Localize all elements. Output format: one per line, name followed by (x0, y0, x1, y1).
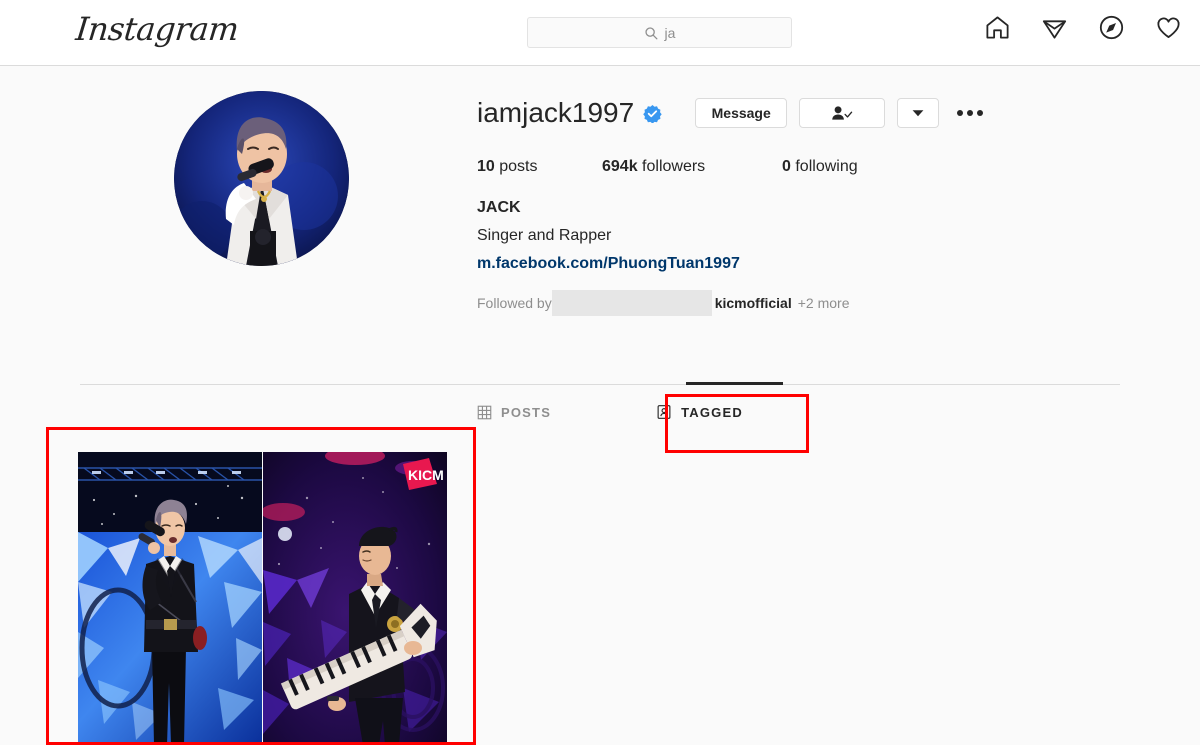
search-icon (644, 26, 658, 40)
direct-icon[interactable] (1041, 14, 1068, 41)
followed-by-row: Followed by kicmofficial +2 more (477, 290, 1177, 317)
avatar-image (174, 91, 349, 266)
posts-label: posts (499, 158, 538, 175)
svg-text:KICM: KICM (408, 467, 444, 483)
stat-following[interactable]: 0 following (782, 158, 858, 176)
profile-full-name: JACK (477, 199, 521, 216)
person-check-icon (832, 106, 853, 120)
profile-tabs: POSTS TAGGED (477, 404, 743, 420)
tagged-photo-1[interactable] (78, 452, 262, 745)
verified-badge-icon (643, 104, 662, 123)
nav-icon-group (984, 14, 1182, 41)
redacted-followers-block (551, 290, 712, 317)
instagram-logo[interactable]: Instagram (74, 10, 240, 48)
tagged-photo-2-image: KICM (263, 452, 447, 745)
tab-posts-label: POSTS (501, 404, 552, 420)
search-input[interactable]: ja (527, 17, 792, 48)
followed-by-username[interactable]: kicmofficial (715, 295, 792, 311)
tagged-person-icon (657, 405, 671, 419)
tagged-photo-1-image (78, 452, 262, 745)
search-query-text: ja (664, 24, 676, 41)
more-options-button[interactable] (955, 98, 985, 128)
tab-tagged[interactable]: TAGGED (656, 404, 743, 420)
profile-bio: JACK Singer and Rapper m.facebook.com/Ph… (477, 198, 1177, 274)
following-button[interactable] (799, 98, 886, 128)
grid-icon (477, 405, 492, 419)
explore-icon[interactable] (1098, 14, 1125, 41)
tab-tagged-label: TAGGED (681, 404, 743, 420)
profile-info: iamjack1997 Message 10 posts 694k follow… (477, 94, 1177, 317)
message-button[interactable]: Message (695, 98, 788, 128)
active-tab-indicator (686, 382, 783, 385)
options-dropdown-button[interactable] (897, 98, 940, 128)
following-count: 0 (782, 158, 791, 175)
more-options-icon (957, 110, 984, 116)
chevron-down-icon (912, 110, 924, 117)
posts-count: 10 (477, 158, 495, 175)
activity-icon[interactable] (1155, 14, 1182, 41)
home-icon[interactable] (984, 14, 1011, 41)
followers-label: followers (642, 158, 706, 175)
stat-followers[interactable]: 694k followers (602, 158, 782, 176)
followed-by-more[interactable]: +2 more (798, 295, 850, 311)
annotation-tagged-tab (665, 394, 809, 453)
followed-by-label: Followed by (477, 295, 552, 312)
tagged-photo-2[interactable]: KICM (263, 452, 447, 745)
profile-external-link[interactable]: m.facebook.com/PhuongTuan1997 (477, 254, 1177, 275)
top-navigation-bar: Instagram ja (0, 0, 1200, 66)
following-label: following (795, 158, 858, 175)
profile-name-row: iamjack1997 Message (477, 94, 1177, 132)
profile-description: Singer and Rapper (477, 226, 612, 244)
profile-username: iamjack1997 (477, 97, 635, 128)
tagged-photo-grid: KICM (78, 452, 447, 745)
stat-posts: 10 posts (477, 158, 602, 176)
tab-posts[interactable]: POSTS (477, 405, 551, 420)
followers-count: 694k (602, 158, 638, 175)
profile-stats: 10 posts 694k followers 0 following (477, 158, 1177, 176)
avatar[interactable] (174, 91, 349, 266)
tabs-divider (80, 384, 1120, 385)
